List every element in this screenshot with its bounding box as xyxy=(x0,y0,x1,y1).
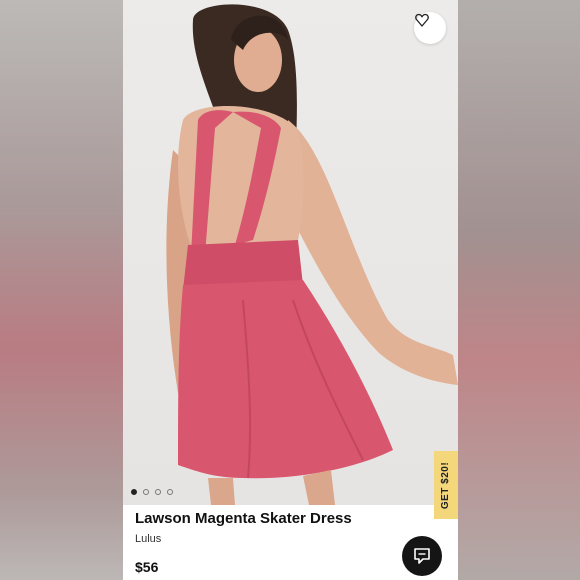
product-brand[interactable]: Lulus xyxy=(135,533,161,545)
favorite-button[interactable] xyxy=(414,12,446,44)
carousel-dot-3[interactable] xyxy=(155,489,161,495)
model-illustration xyxy=(166,4,458,505)
chat-bubble-icon xyxy=(414,548,430,564)
promo-tab[interactable]: GET $20! xyxy=(434,451,458,519)
product-card[interactable]: GET $20! Lawson Magenta Skater Dress Lul… xyxy=(123,0,458,580)
carousel-dot-2[interactable] xyxy=(143,489,149,495)
blurred-backdrop-right xyxy=(458,0,580,580)
product-photo[interactable] xyxy=(123,0,458,505)
heart-icon xyxy=(415,13,429,27)
carousel-dot-4[interactable] xyxy=(167,489,173,495)
image-carousel-indicator[interactable] xyxy=(131,489,173,495)
product-price: $56 xyxy=(135,559,159,575)
chat-button[interactable] xyxy=(402,536,442,576)
product-title[interactable]: Lawson Magenta Skater Dress xyxy=(135,510,352,527)
blurred-backdrop-left xyxy=(0,0,123,580)
promo-label: GET $20! xyxy=(440,461,452,509)
carousel-dot-1[interactable] xyxy=(131,489,137,495)
